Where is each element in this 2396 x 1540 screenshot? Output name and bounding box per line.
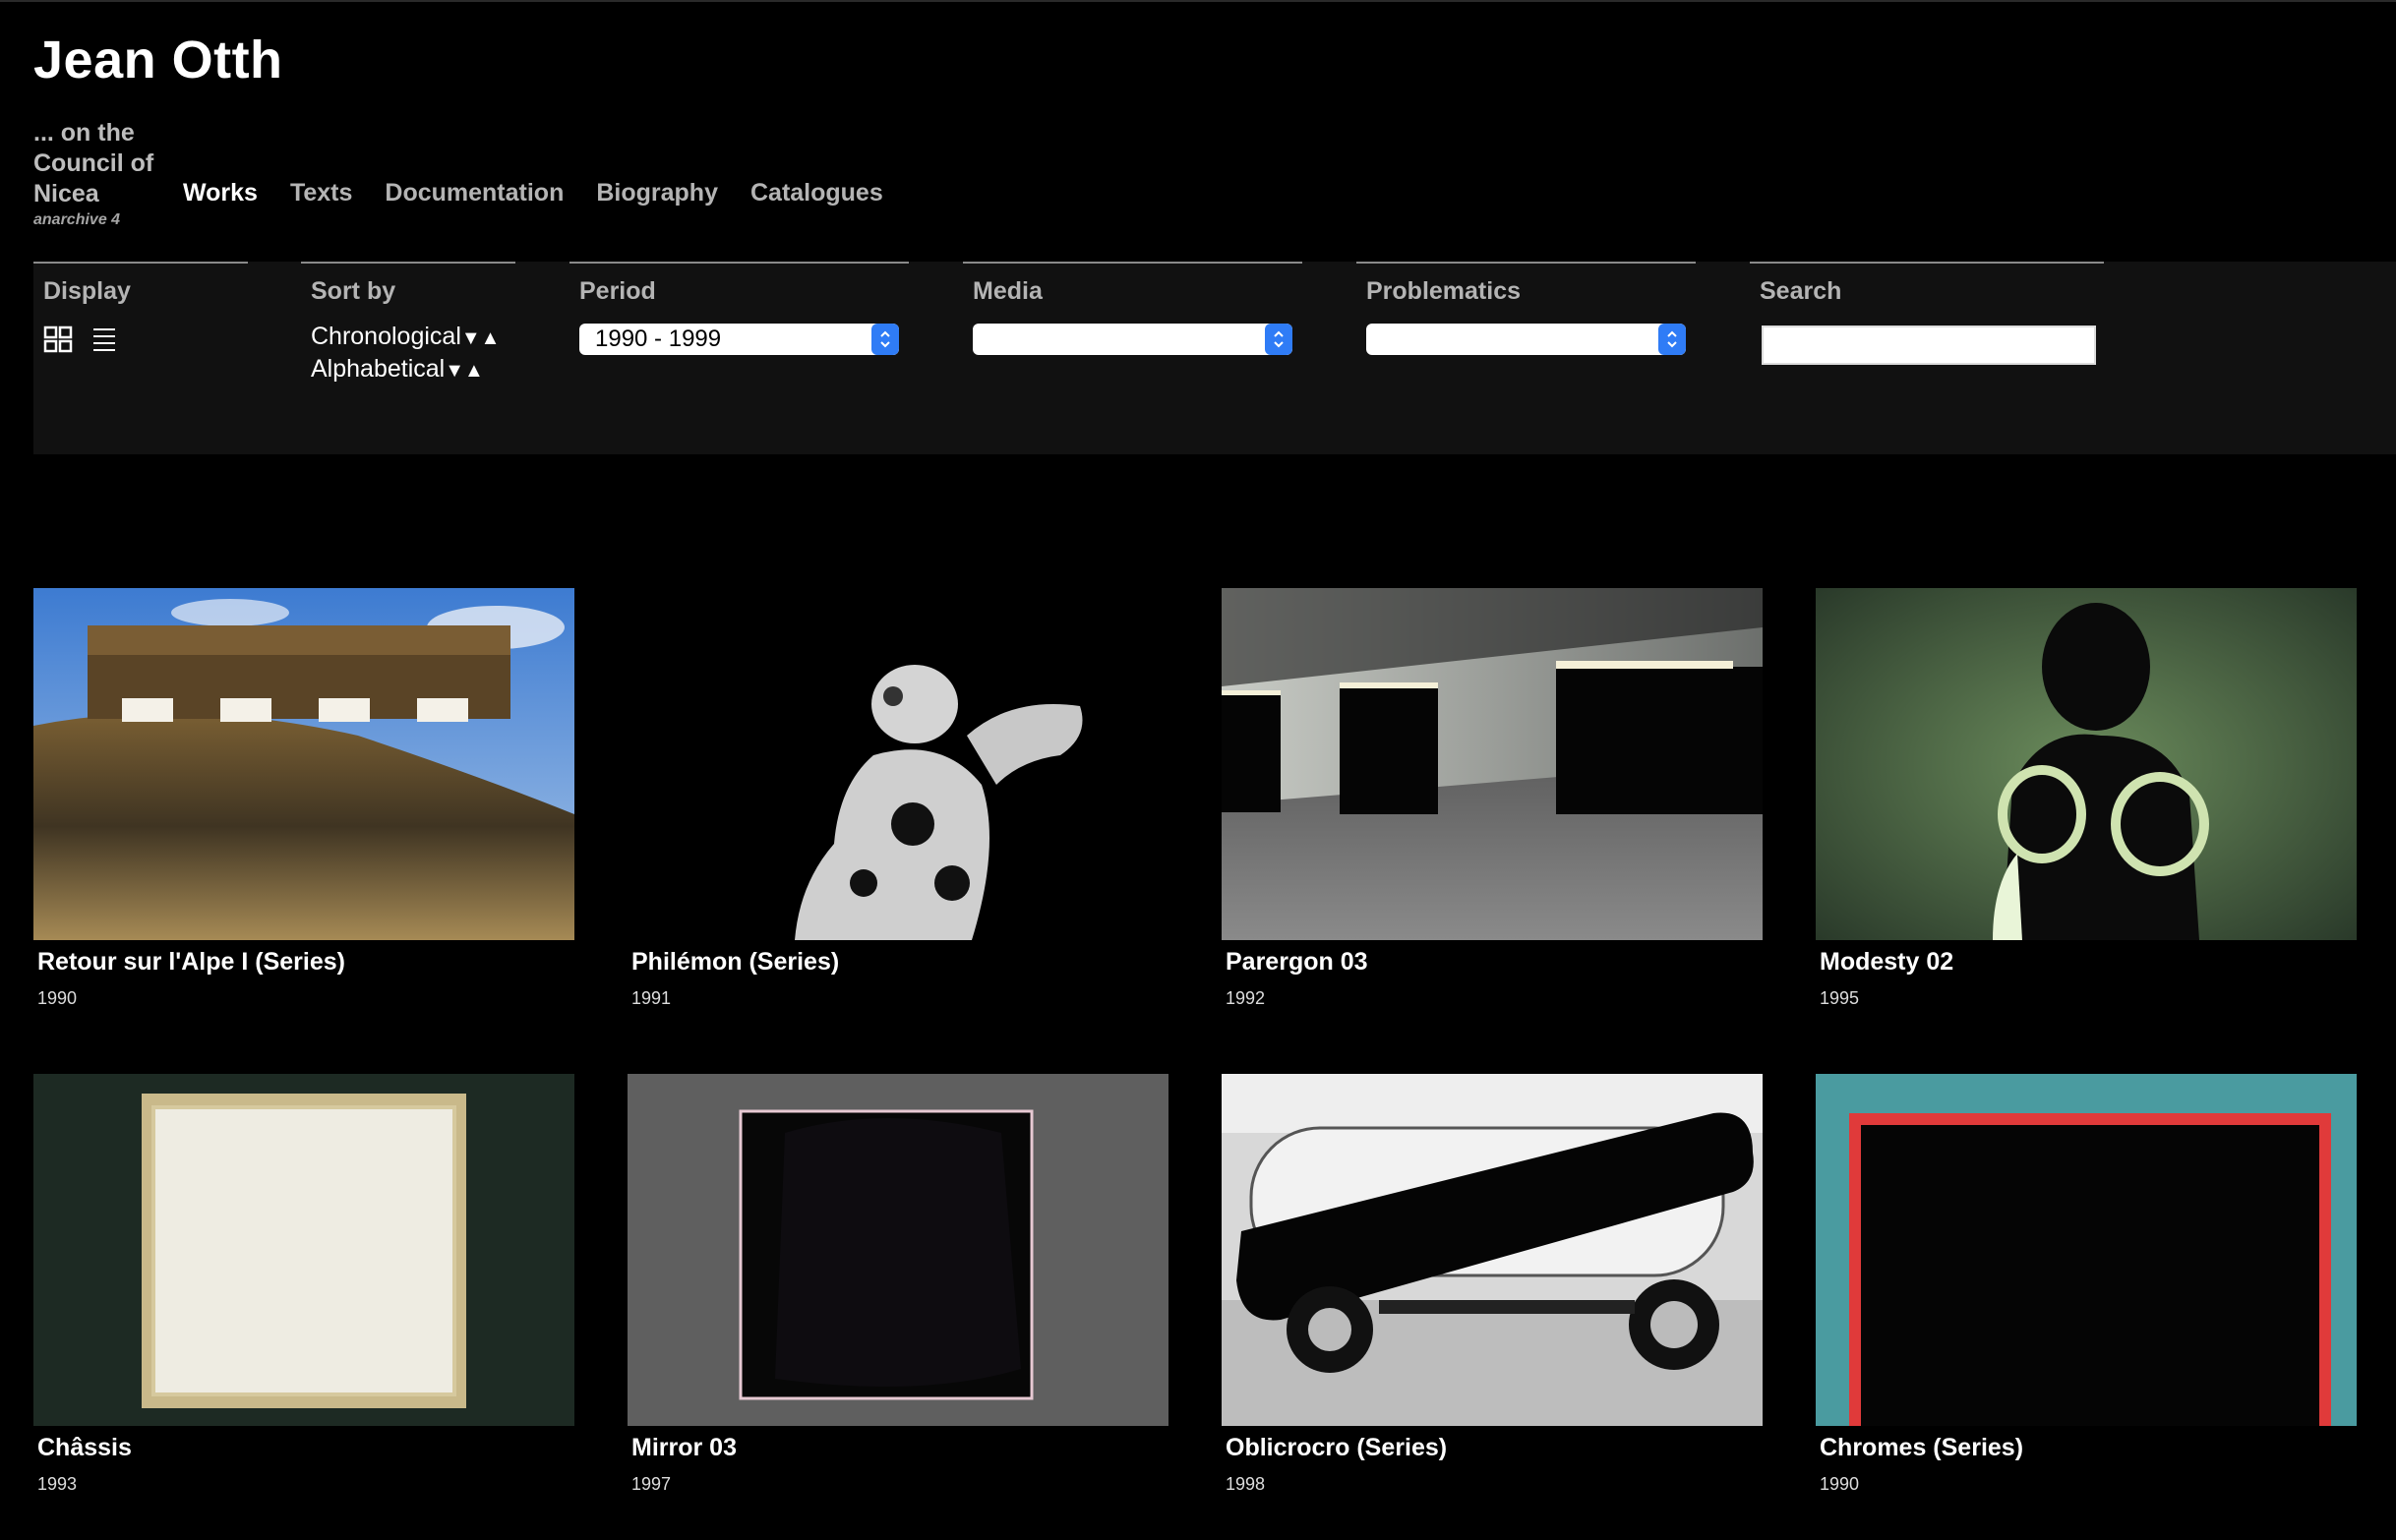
work-card[interactable]: Retour sur l'Alpe I (Series) 1990: [33, 588, 574, 1009]
period-group: Period 1990 - 1999: [569, 262, 909, 355]
sort-direction-icon[interactable]: ▼▲: [461, 327, 501, 349]
brand-block[interactable]: ... on the Council of Nicea anarchive 4: [33, 118, 191, 229]
nav-works[interactable]: Works: [183, 179, 258, 207]
work-thumbnail[interactable]: [1222, 588, 1763, 940]
sort-direction-icon[interactable]: ▼▲: [445, 360, 484, 382]
nav-texts[interactable]: Texts: [290, 179, 352, 207]
work-card[interactable]: Modesty 02 1995: [1816, 588, 2357, 1009]
sort-chronological-label: Chronological: [311, 323, 461, 350]
work-title[interactable]: Châssis: [37, 1434, 574, 1462]
search-label: Search: [1760, 277, 1842, 305]
site-title[interactable]: Jean Otth: [33, 30, 283, 90]
filter-panel: Display Sort by Chronological▼▲ Alphabet…: [33, 262, 2396, 454]
media-label: Media: [973, 277, 1043, 305]
problematics-select[interactable]: [1366, 324, 1686, 355]
grid-view-icon[interactable]: [43, 326, 73, 353]
sort-alphabetical[interactable]: Alphabetical▼▲: [311, 354, 515, 386]
work-thumbnail[interactable]: [1222, 1074, 1763, 1426]
brand-subtitle: anarchive 4: [33, 211, 121, 228]
work-card[interactable]: Philémon (Series) 1991: [628, 588, 1168, 1009]
top-border: [0, 0, 2396, 2]
period-label: Period: [579, 277, 656, 305]
select-chevron-icon: [1265, 324, 1292, 355]
list-view-icon[interactable]: [90, 326, 120, 353]
brand-line-2: Council of: [33, 149, 154, 177]
nav-catalogues[interactable]: Catalogues: [750, 179, 883, 207]
work-card[interactable]: Parergon 03 1992: [1222, 588, 1763, 1009]
work-year: 1990: [37, 988, 78, 1008]
sort-chronological[interactable]: Chronological▼▲: [311, 322, 515, 354]
problematics-label: Problematics: [1366, 277, 1522, 305]
work-title[interactable]: Oblicrocro (Series): [1226, 1434, 1763, 1462]
work-thumbnail[interactable]: [33, 588, 574, 940]
work-title[interactable]: Parergon 03: [1226, 948, 1763, 977]
sort-label: Sort by: [311, 277, 396, 305]
work-title[interactable]: Retour sur l'Alpe I (Series): [37, 948, 574, 977]
brand-text: ... on the Council of Nicea: [33, 118, 191, 209]
work-card[interactable]: Chromes (Series) 1990: [1816, 1074, 2357, 1495]
work-thumbnail[interactable]: [628, 1074, 1168, 1426]
work-year: 1997: [631, 1474, 672, 1494]
sort-options: Chronological▼▲ Alphabetical▼▲: [311, 322, 515, 386]
work-thumbnail[interactable]: [33, 1074, 574, 1426]
nav-documentation[interactable]: Documentation: [385, 179, 564, 207]
work-title[interactable]: Chromes (Series): [1820, 1434, 2357, 1462]
work-card[interactable]: Oblicrocro (Series) 1998: [1222, 1074, 1763, 1495]
page: Jean Otth ... on the Council of Nicea an…: [0, 0, 2396, 1540]
work-thumbnail[interactable]: [628, 588, 1168, 940]
sort-alphabetical-label: Alphabetical: [311, 355, 446, 383]
work-title[interactable]: Modesty 02: [1820, 948, 2357, 977]
work-year: 1992: [1226, 988, 1266, 1008]
work-thumbnail[interactable]: [1816, 1074, 2357, 1426]
search-input[interactable]: [1762, 326, 2096, 365]
work-card[interactable]: Mirror 03 1997: [628, 1074, 1168, 1495]
brand-line-3: Nicea: [33, 180, 99, 207]
work-year: 1990: [1820, 1474, 1860, 1494]
search-group: Search: [1750, 262, 2104, 365]
work-year: 1993: [37, 1474, 78, 1494]
work-title[interactable]: Philémon (Series): [631, 948, 1168, 977]
period-select[interactable]: 1990 - 1999: [579, 324, 899, 355]
select-chevron-icon: [1658, 324, 1686, 355]
brand-line-1: ... on the: [33, 119, 135, 147]
work-title[interactable]: Mirror 03: [631, 1434, 1168, 1462]
display-toggle: [43, 326, 248, 353]
select-chevron-icon: [871, 324, 899, 355]
media-group: Media: [963, 262, 1302, 355]
work-thumbnail[interactable]: [1816, 588, 2357, 940]
work-year: 1995: [1820, 988, 1860, 1008]
work-year: 1991: [631, 988, 672, 1008]
media-select[interactable]: [973, 324, 1292, 355]
problematics-group: Problematics: [1356, 262, 1696, 355]
main-nav: Works Texts Documentation Biography Cata…: [183, 179, 883, 207]
period-select-value: 1990 - 1999: [595, 326, 722, 352]
work-year: 1998: [1226, 1474, 1266, 1494]
display-label: Display: [43, 277, 131, 305]
work-card[interactable]: Châssis 1993: [33, 1074, 574, 1495]
display-group: Display: [33, 262, 248, 353]
nav-biography[interactable]: Biography: [596, 179, 718, 207]
sort-group: Sort by Chronological▼▲ Alphabetical▼▲: [301, 262, 515, 386]
